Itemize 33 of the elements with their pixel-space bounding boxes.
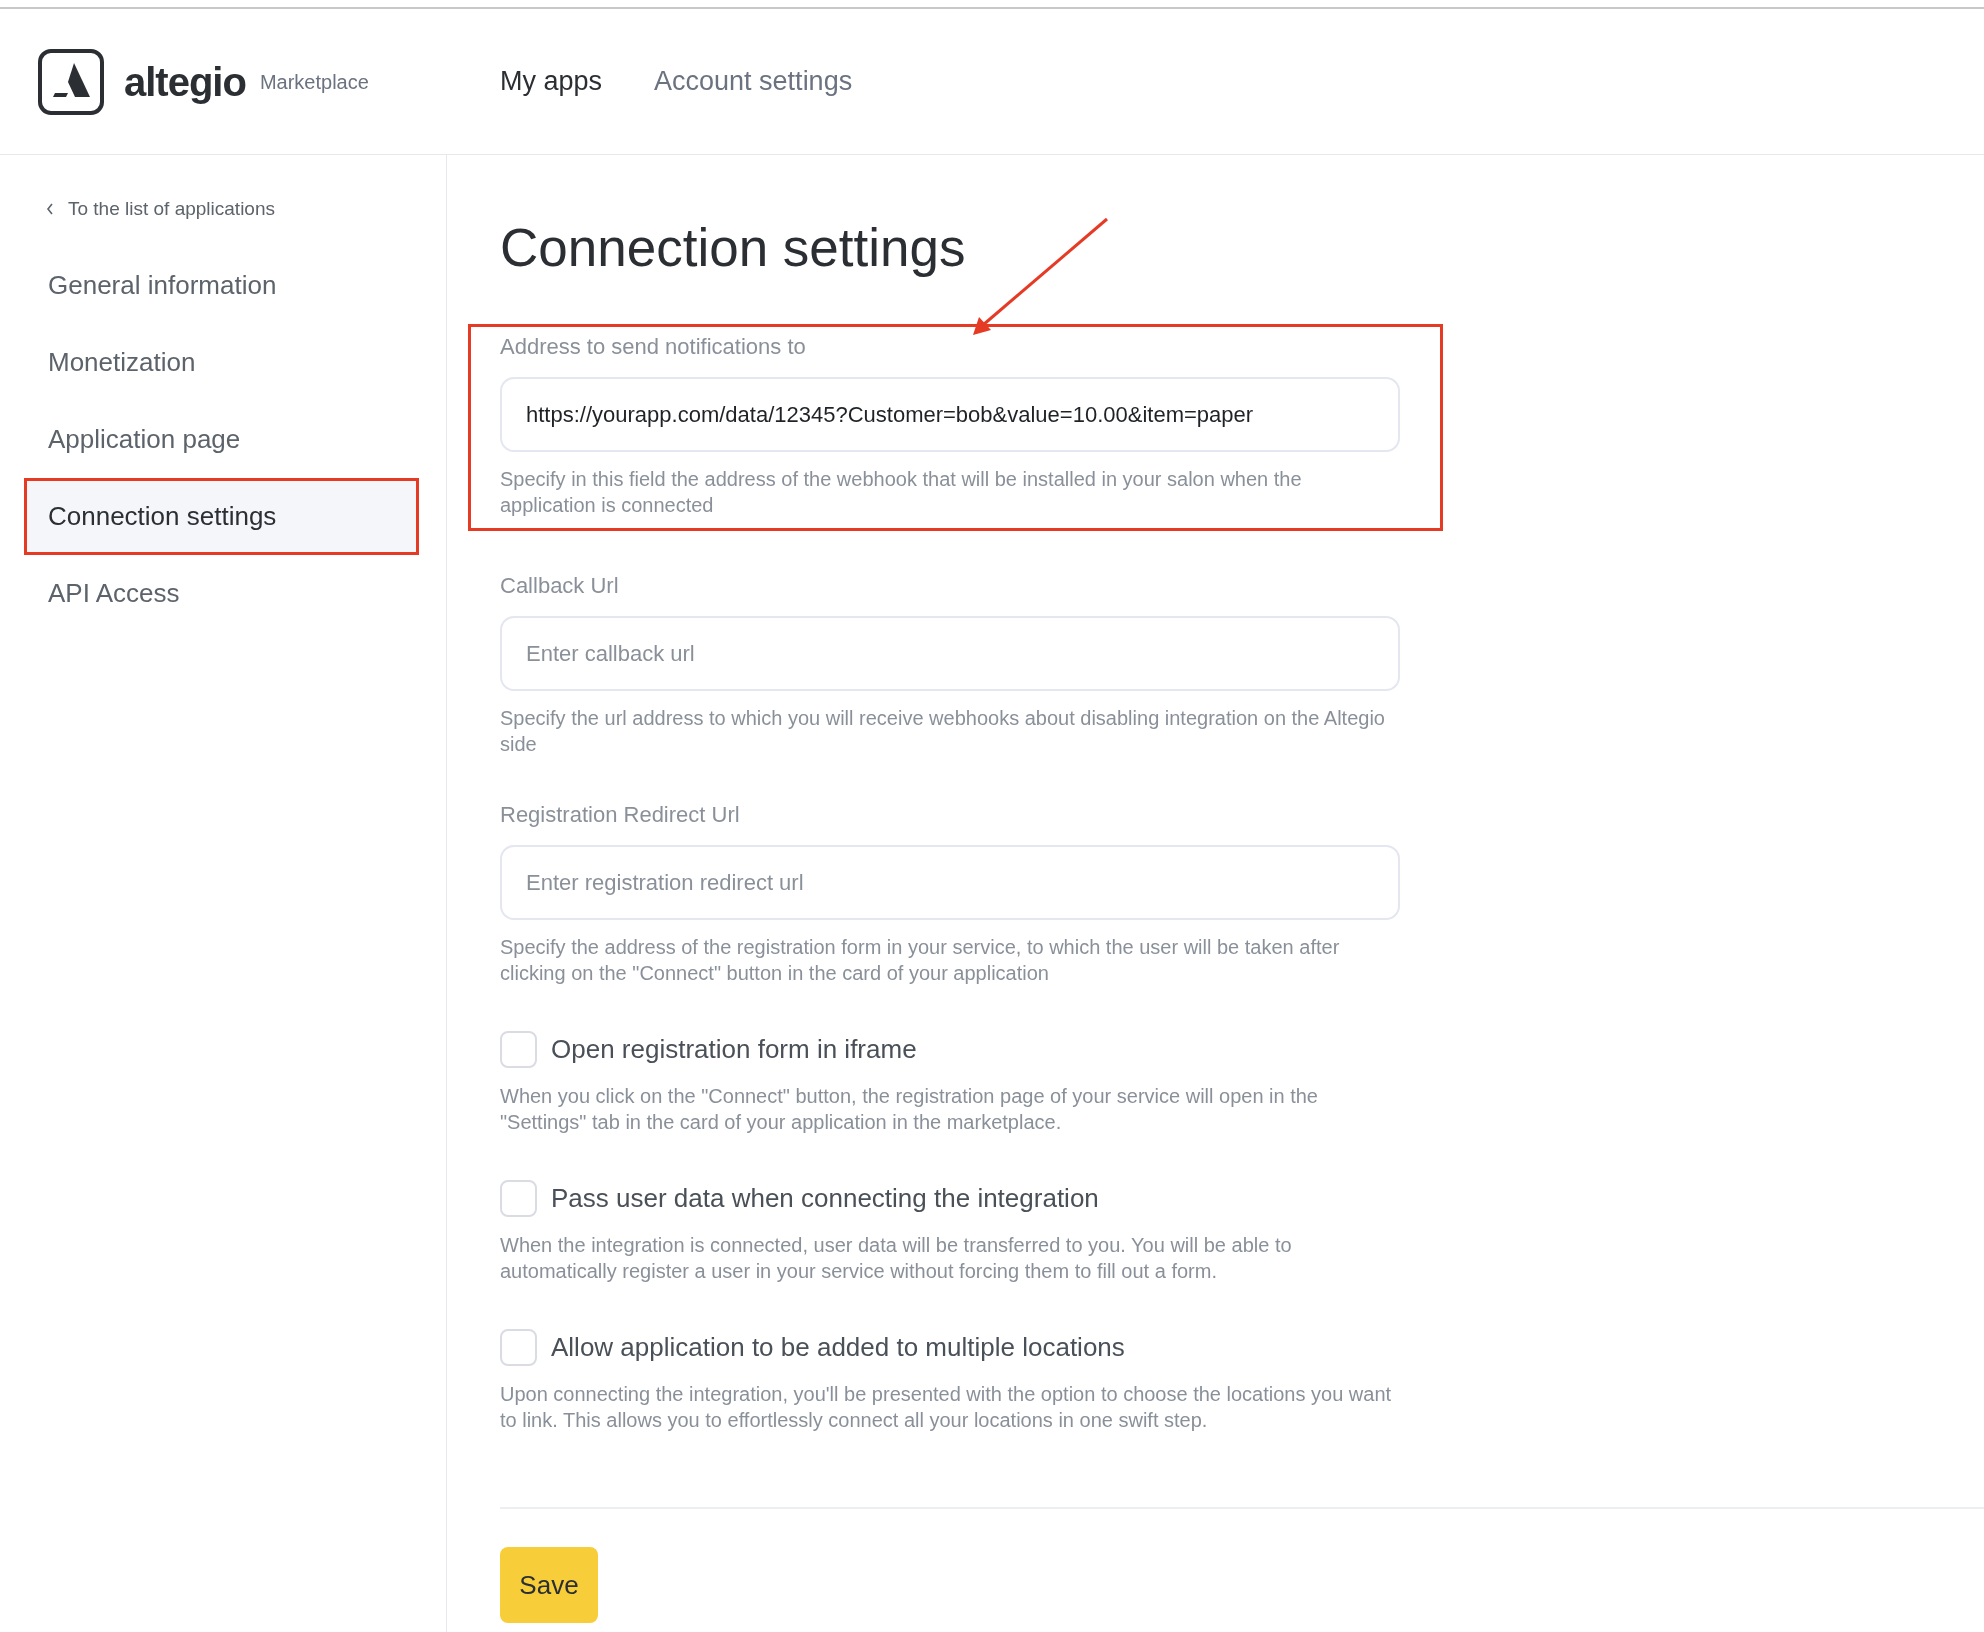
save-button[interactable]: Save: [500, 1547, 598, 1623]
input-field[interactable]: Enter callback url: [500, 616, 1400, 691]
sidebar-item[interactable]: Monetization: [24, 324, 419, 401]
logo-text: altegio: [124, 58, 246, 106]
checkbox-label: Open registration form in iframe: [551, 1033, 917, 1066]
back-link[interactable]: To the list of applications: [46, 189, 446, 229]
checkbox[interactable]: [500, 1031, 537, 1068]
sidebar-item[interactable]: Connection settings: [24, 478, 419, 555]
logo-subtitle: Marketplace: [259, 69, 369, 95]
help-text: When you click on the "Connect" button, the registration page of your service will open in the "Settings" tab in the card of your application in the marketplace.: [500, 1084, 1319, 1135]
input-field[interactable]: https://yourapp.com/data/12345?Customer=bob&value=10.00&item=paper: [500, 377, 1400, 452]
back-link-text: To the list of applications: [68, 196, 275, 221]
sidebar-item[interactable]: General information: [24, 247, 419, 324]
help-text: Specify the address of the registration form in your service, to which the user will be taken after clicking on the "Connect" button in the card of your application: [500, 935, 1341, 986]
input-field[interactable]: Enter registration redirect url: [500, 845, 1400, 920]
field-label: Registration Redirect Url: [500, 801, 741, 829]
checkbox-label: Allow application to be added to multiple locations: [551, 1331, 1125, 1364]
logo-icon: [38, 48, 104, 115]
help-text: Specify in this field the address of the webhook that will be installed in your salon when the application is connected: [500, 467, 1303, 518]
sidebar-item[interactable]: Application page: [24, 401, 419, 478]
checkbox[interactable]: [500, 1180, 537, 1217]
checkbox-label: Pass user data when connecting the integration: [551, 1182, 1099, 1215]
field-label: Callback Url: [500, 572, 620, 600]
nav-link[interactable]: My apps: [500, 61, 603, 102]
field-label: Address to send notifications to: [500, 333, 807, 361]
help-text: When the integration is connected, user data will be transferred to you. You will be able to automatically register a user in your service without forcing them to fill out a form.: [500, 1233, 1293, 1284]
nav-link[interactable]: Account settings: [654, 61, 853, 102]
page-title: Connection settings: [500, 217, 966, 279]
checkbox[interactable]: [500, 1329, 537, 1366]
chevron-left-icon: [46, 203, 54, 215]
sidebar-item[interactable]: API Access: [24, 555, 419, 632]
help-text: Upon connecting the integration, you'll be presented with the option to choose the locations you want to link. This allows you to effortlessly connect all your locations in one swift step.: [500, 1382, 1393, 1433]
help-text: Specify the url address to which you will receive webhooks about disabling integration on the Altegio side: [500, 706, 1386, 757]
